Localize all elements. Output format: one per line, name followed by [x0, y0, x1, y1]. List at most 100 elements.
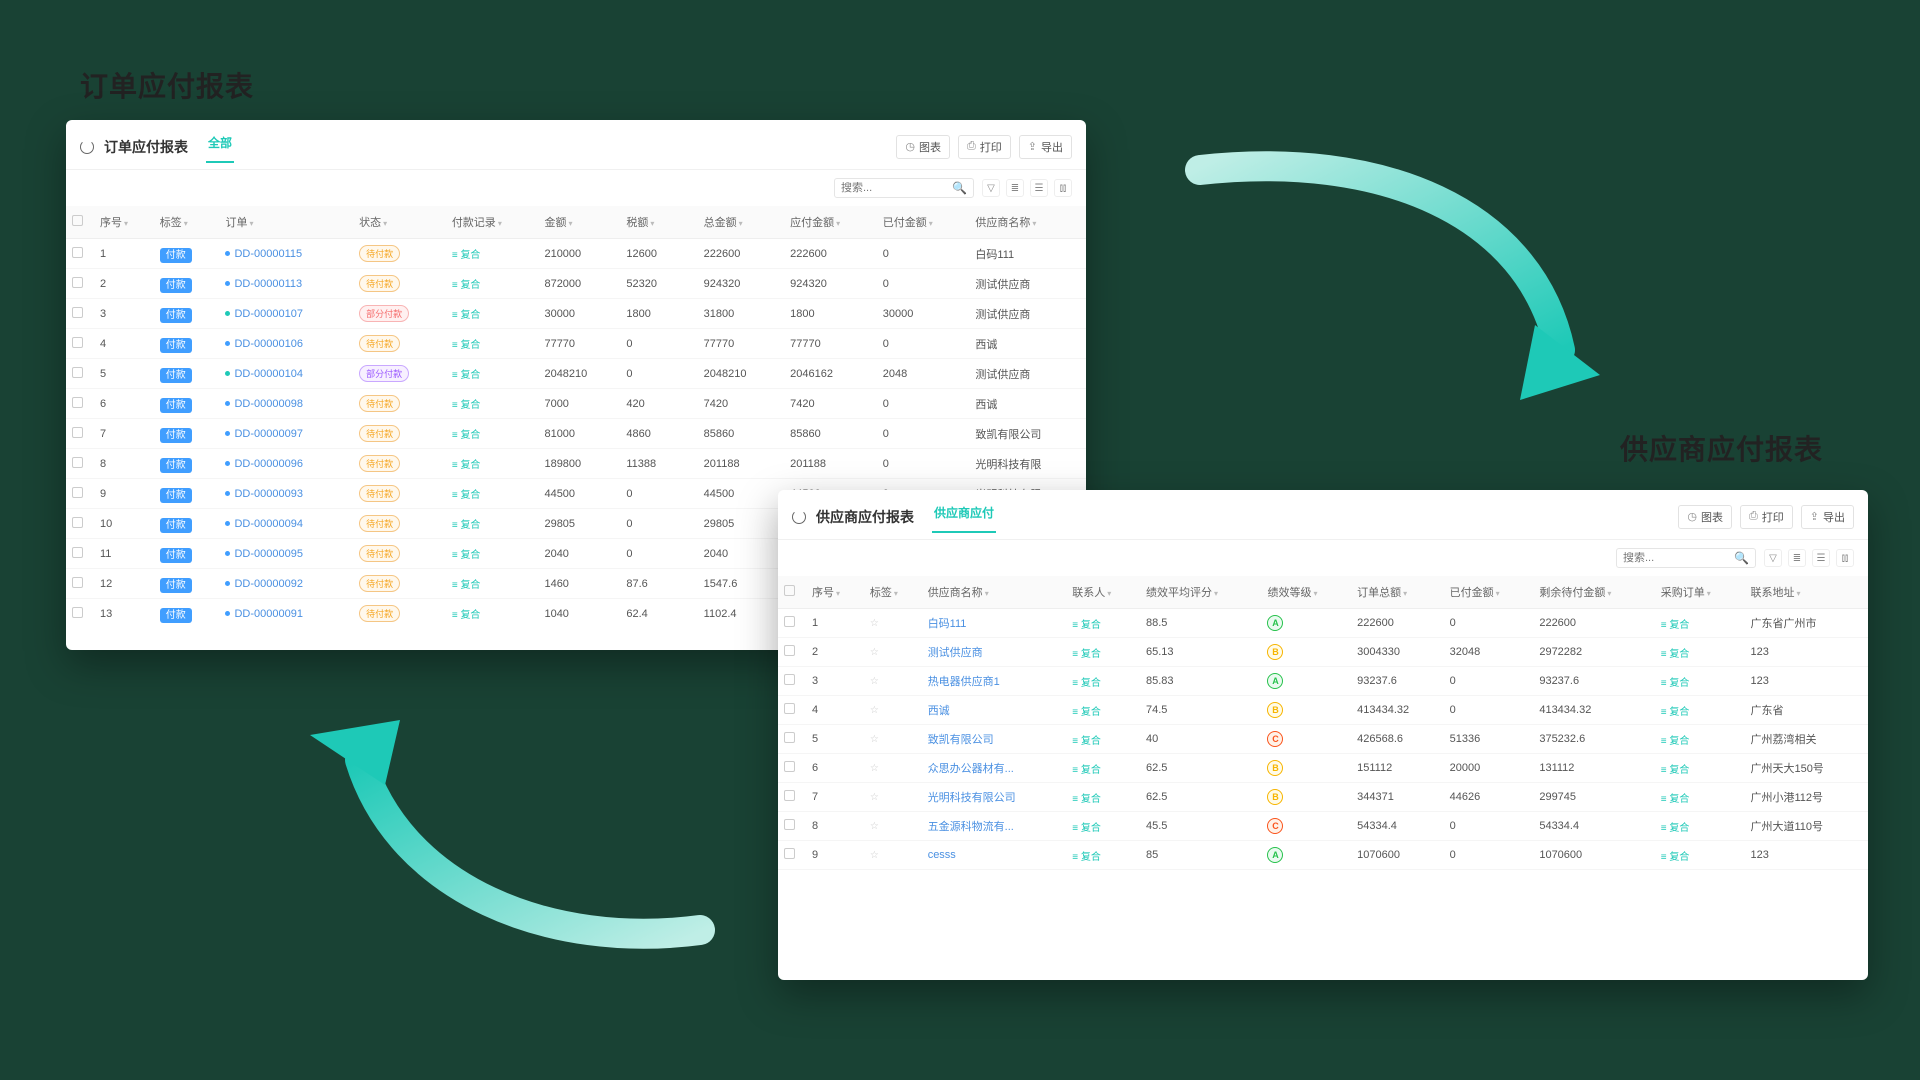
chart-button[interactable]: ◷图表: [1678, 505, 1732, 529]
contact-link[interactable]: 复合: [1072, 794, 1101, 805]
cell-supplier-name[interactable]: 测试供应商: [922, 638, 1067, 667]
cell-supplier-name[interactable]: 热电器供应商1: [922, 667, 1067, 696]
pay-button[interactable]: 付款: [160, 308, 192, 323]
column-header[interactable]: 联系地址▾: [1744, 576, 1868, 609]
star-icon[interactable]: ☆: [870, 705, 879, 716]
checkbox-all[interactable]: [784, 585, 795, 596]
cell-supplier-name[interactable]: 五金源科物流有...: [922, 812, 1067, 841]
payment-records-link[interactable]: 复合: [452, 280, 481, 291]
column-header[interactable]: 已付金额▾: [877, 206, 970, 239]
cell-order[interactable]: DD-00000096: [219, 449, 353, 479]
pay-button[interactable]: 付款: [160, 578, 192, 593]
row-checkbox[interactable]: [72, 337, 83, 348]
list-icon[interactable]: ☰: [1030, 179, 1048, 197]
stats-icon[interactable]: ⫾⫾: [1054, 179, 1072, 197]
table-row[interactable]: 7☆光明科技有限公司复合62.5B34437144626299745复合广州小港…: [778, 783, 1868, 812]
purchase-orders-link[interactable]: 复合: [1661, 620, 1690, 631]
table-row[interactable]: 5☆致凯有限公司复合40C426568.651336375232.6复合广州荔湾…: [778, 725, 1868, 754]
cell-order[interactable]: DD-00000113: [219, 269, 353, 299]
row-checkbox[interactable]: [784, 703, 795, 714]
column-header[interactable]: 序号▾: [806, 576, 864, 609]
cell-supplier-name[interactable]: 众思办公器材有...: [922, 754, 1067, 783]
contact-link[interactable]: 复合: [1072, 649, 1101, 660]
row-checkbox[interactable]: [784, 674, 795, 685]
table-row[interactable]: 4付款DD-00000106待付款复合77770077770777700西诚: [66, 329, 1086, 359]
cell-order[interactable]: DD-00000095: [219, 539, 353, 569]
export-button[interactable]: ⇪导出: [1801, 505, 1854, 529]
stats-icon[interactable]: ⫾⫾: [1836, 549, 1854, 567]
column-header[interactable]: 金额▾: [538, 206, 620, 239]
search-input-wrap[interactable]: 🔍: [834, 178, 974, 198]
contact-link[interactable]: 复合: [1072, 736, 1101, 747]
table-row[interactable]: 7付款DD-00000097待付款复合81000486085860858600致…: [66, 419, 1086, 449]
contact-link[interactable]: 复合: [1072, 678, 1101, 689]
contact-link[interactable]: 复合: [1072, 620, 1101, 631]
table-row[interactable]: 2付款DD-00000113待付款复合872000523209243209243…: [66, 269, 1086, 299]
list-icon[interactable]: ☰: [1812, 549, 1830, 567]
star-icon[interactable]: ☆: [870, 792, 879, 803]
cell-order[interactable]: DD-00000097: [219, 419, 353, 449]
print-button[interactable]: ⎙打印: [958, 135, 1011, 159]
cell-supplier-name[interactable]: 白码111: [922, 609, 1067, 638]
row-checkbox[interactable]: [784, 616, 795, 627]
table-row[interactable]: 5付款DD-00000104部分付款复合20482100204821020461…: [66, 359, 1086, 389]
tab-all[interactable]: 全部: [206, 130, 234, 163]
search-input[interactable]: [1623, 552, 1734, 564]
filter-icon[interactable]: ▽: [982, 179, 1000, 197]
table-row[interactable]: 8☆五金源科物流有...复合45.5C54334.4054334.4复合广州大道…: [778, 812, 1868, 841]
payment-records-link[interactable]: 复合: [452, 370, 481, 381]
row-checkbox[interactable]: [72, 457, 83, 468]
cell-order[interactable]: DD-00000098: [219, 389, 353, 419]
star-icon[interactable]: ☆: [870, 618, 879, 629]
column-header[interactable]: 总金额▾: [698, 206, 784, 239]
refresh-icon[interactable]: [792, 510, 806, 524]
column-header[interactable]: 订单▾: [219, 206, 353, 239]
star-icon[interactable]: ☆: [870, 763, 879, 774]
star-icon[interactable]: ☆: [870, 676, 879, 687]
payment-records-link[interactable]: 复合: [452, 430, 481, 441]
pay-button[interactable]: 付款: [160, 518, 192, 533]
contact-link[interactable]: 复合: [1072, 707, 1101, 718]
purchase-orders-link[interactable]: 复合: [1661, 707, 1690, 718]
pay-button[interactable]: 付款: [160, 428, 192, 443]
chart-button[interactable]: ◷图表: [896, 135, 950, 159]
table-wrap[interactable]: 序号▾标签▾供应商名称▾联系人▾绩效平均评分▾绩效等级▾订单总额▾已付金额▾剩余…: [778, 576, 1868, 956]
pay-button[interactable]: 付款: [160, 488, 192, 503]
column-header[interactable]: 税额▾: [620, 206, 697, 239]
purchase-orders-link[interactable]: 复合: [1661, 794, 1690, 805]
pay-button[interactable]: 付款: [160, 458, 192, 473]
purchase-orders-link[interactable]: 复合: [1661, 765, 1690, 776]
row-checkbox[interactable]: [72, 487, 83, 498]
payment-records-link[interactable]: 复合: [452, 400, 481, 411]
contact-link[interactable]: 复合: [1072, 823, 1101, 834]
purchase-orders-link[interactable]: 复合: [1661, 823, 1690, 834]
pay-button[interactable]: 付款: [160, 248, 192, 263]
columns-icon[interactable]: ≣: [1788, 549, 1806, 567]
row-checkbox[interactable]: [784, 761, 795, 772]
row-checkbox[interactable]: [784, 848, 795, 859]
column-header[interactable]: 采购订单▾: [1655, 576, 1745, 609]
column-header[interactable]: 付款记录▾: [446, 206, 539, 239]
cell-order[interactable]: DD-00000104: [219, 359, 353, 389]
cell-supplier-name[interactable]: 西诚: [922, 696, 1067, 725]
cell-order[interactable]: DD-00000107: [219, 299, 353, 329]
cell-order[interactable]: DD-00000092: [219, 569, 353, 599]
row-checkbox[interactable]: [72, 247, 83, 258]
column-header[interactable]: 订单总额▾: [1351, 576, 1444, 609]
row-checkbox[interactable]: [72, 607, 83, 618]
row-checkbox[interactable]: [72, 277, 83, 288]
star-icon[interactable]: ☆: [870, 821, 879, 832]
pay-button[interactable]: 付款: [160, 608, 192, 623]
purchase-orders-link[interactable]: 复合: [1661, 852, 1690, 863]
table-row[interactable]: 2☆测试供应商复合65.13B3004330320482972282复合123: [778, 638, 1868, 667]
column-header[interactable]: 应付金额▾: [784, 206, 877, 239]
table-row[interactable]: 9☆cesss复合85A107060001070600复合123: [778, 841, 1868, 870]
print-button[interactable]: ⎙打印: [1740, 505, 1793, 529]
column-header[interactable]: 标签▾: [154, 206, 220, 239]
cell-supplier-name[interactable]: cesss: [922, 841, 1067, 870]
filter-icon[interactable]: ▽: [1764, 549, 1782, 567]
payment-records-link[interactable]: 复合: [452, 310, 481, 321]
purchase-orders-link[interactable]: 复合: [1661, 736, 1690, 747]
cell-order[interactable]: DD-00000094: [219, 509, 353, 539]
row-checkbox[interactable]: [72, 577, 83, 588]
